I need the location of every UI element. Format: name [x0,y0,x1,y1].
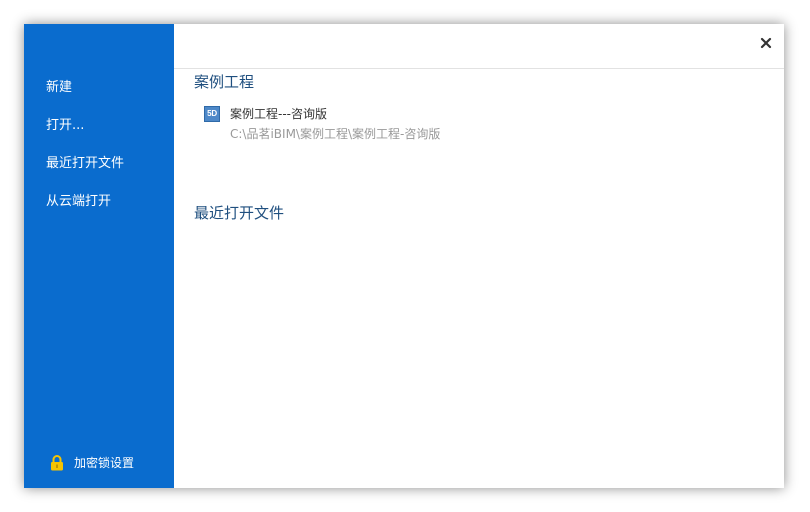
lock-settings-label: 加密锁设置 [74,456,135,470]
project-path: C:\品茗iBIM\案例工程\案例工程-咨询版 [230,127,441,141]
main-panel: 案例工程 5D 案例工程---咨询版 C:\品茗iBIM\案例工程\案例工程-咨… [174,24,784,488]
project-name: 案例工程---咨询版 [230,107,327,121]
start-dialog: 新建 打开... 最近打开文件 从云端打开 加密锁设置 案例工程 5D 案例工程… [24,24,784,488]
close-icon[interactable] [758,35,774,51]
sidebar-item-recent-files[interactable]: 最近打开文件 [46,155,124,173]
lock-icon [50,455,64,471]
title-bar [174,24,784,69]
project-5d-icon: 5D [204,106,220,122]
list-item[interactable]: 5D 案例工程---咨询版 C:\品茗iBIM\案例工程\案例工程-咨询版 [204,105,604,145]
sidebar-item-new[interactable]: 新建 [46,79,72,97]
sample-projects-title: 案例工程 [194,73,255,91]
recent-files-title: 最近打开文件 [194,204,285,222]
sidebar-item-open-from-cloud[interactable]: 从云端打开 [46,193,111,211]
sidebar: 新建 打开... 最近打开文件 从云端打开 加密锁设置 [24,24,174,488]
sidebar-item-open[interactable]: 打开... [46,117,84,135]
lock-settings-button[interactable]: 加密锁设置 [50,454,134,472]
